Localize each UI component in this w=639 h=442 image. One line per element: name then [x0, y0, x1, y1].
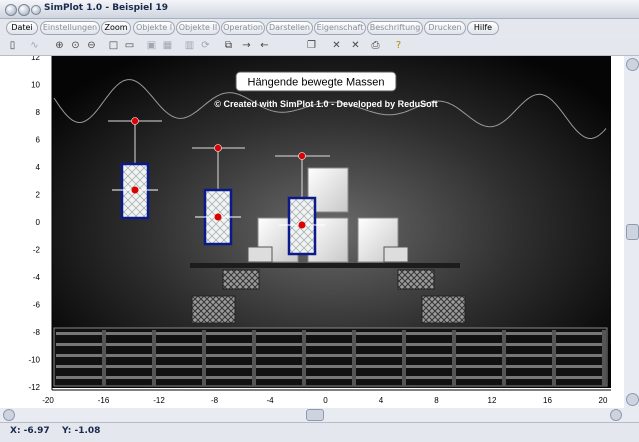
x-tick-label: -12 — [153, 396, 165, 405]
y-tick-label: -4 — [33, 273, 41, 282]
x-tick-label: -20 — [42, 396, 54, 405]
plot-area[interactable]: 12 10 8 6 4 2 0 -2 -4 -6 -8 -10 -12 -20 -16 -12 -8 -4 0 4 8… — [0, 53, 639, 408]
horizontal-scrollbar[interactable] — [0, 408, 639, 421]
help-icon[interactable]: ? — [392, 39, 405, 52]
x-tick-label: -4 — [266, 396, 274, 405]
menu-bar: Datei Einstellungen Zoom Objekte I Objek… — [0, 19, 639, 36]
menu-operation[interactable]: Operation — [221, 21, 265, 35]
copy-icon[interactable]: ⧉ — [222, 39, 235, 52]
scroll-down-icon[interactable] — [626, 393, 639, 406]
small-box-left — [247, 246, 273, 263]
x2-icon[interactable]: ✕ — [349, 39, 362, 52]
app-window: SimPlot 1.0 - Beispiel 19 Datei Einstell… — [0, 0, 639, 442]
scroll-left-icon[interactable] — [3, 409, 15, 421]
shelf — [190, 263, 460, 268]
window-icon — [31, 5, 41, 15]
close-window-button[interactable] — [5, 4, 17, 16]
page-icon[interactable]: ❐ — [305, 39, 318, 52]
y-tick-label: -8 — [33, 328, 41, 337]
grid2-icon[interactable]: ▦ — [161, 39, 174, 52]
x-icon[interactable]: ✕ — [330, 39, 343, 52]
x-tick-label: 0 — [323, 396, 328, 405]
block-right-lower — [421, 295, 466, 324]
y-tick-label: 0 — [36, 218, 41, 227]
toolbar: ▯ ∿ ⊕ ⊙ ⊖ □ ▭ ▣ ▦ ▥ ⟳ ⧉ → ← ❐ ✕ ✕ ⎙ ? — [0, 37, 639, 56]
grid3-icon[interactable]: ▥ — [183, 39, 196, 52]
plot-title: Hängende bewegte Massen — [248, 77, 385, 89]
minimize-window-button[interactable] — [18, 4, 30, 16]
menu-darstellen[interactable]: Darstellen — [266, 21, 313, 35]
zoom-in-icon[interactable]: ⊕ — [53, 39, 66, 52]
horizontal-scroll-thumb[interactable] — [306, 409, 324, 421]
plot-svg[interactable]: 121086420-2-4-6-8-10-12 -20 -16 -12 -8 -4 0 4 8… — [0, 53, 639, 408]
y-tick-label: -2 — [33, 246, 41, 255]
y-tick-label: -10 — [28, 356, 40, 365]
small-box-right — [383, 246, 409, 263]
x-tick-label: 16 — [543, 396, 552, 405]
y-tick-label: -6 — [33, 301, 41, 310]
x-tick-label: 4 — [379, 396, 384, 405]
y-tick-labels: 12 10 8 6 4 2 0 -2 -4 -6 -8 -10 -12 — [28, 53, 41, 392]
y-tick-label: -12 — [28, 383, 40, 392]
menu-einstellungen[interactable]: Einstellungen — [40, 21, 100, 35]
phone-icon[interactable]: ▯ — [6, 39, 19, 52]
status-x: X: -6.97 — [10, 426, 50, 436]
vertical-scroll-thumb[interactable] — [626, 224, 639, 240]
menu-objekte-2[interactable]: Objekte II — [176, 21, 220, 35]
func-icon[interactable]: ∿ — [28, 39, 41, 52]
scroll-up-icon[interactable] — [626, 58, 639, 71]
x-tick-labels: -20 -16 -12 -8 -4 0 4 8 12 16 20 — [42, 396, 608, 405]
menu-objekte-1[interactable]: Objekte I — [133, 21, 175, 35]
square-icon[interactable]: □ — [107, 39, 120, 52]
x-tick-label: -16 — [98, 396, 110, 405]
boxes-icon[interactable]: ▭ — [123, 39, 136, 52]
title-bar[interactable]: SimPlot 1.0 - Beispiel 19 — [0, 0, 639, 19]
status-bar: X: -6.97 Y: -1.08 — [0, 422, 639, 442]
zoom-out-icon[interactable]: ⊖ — [85, 39, 98, 52]
arrow-left-icon[interactable]: ← — [258, 39, 271, 52]
menu-beschriftung[interactable]: Beschriftung — [367, 21, 423, 35]
block-right-upper — [397, 269, 435, 290]
menu-drucken[interactable]: Drucken — [424, 21, 466, 35]
x-tick-label: 8 — [434, 396, 439, 405]
x-tick-label: 20 — [599, 396, 608, 405]
x-tick-label: 12 — [488, 396, 497, 405]
x-tick-label: -8 — [211, 396, 219, 405]
block-left-lower — [191, 295, 236, 324]
plot-credit: © Created with SimPlot 1.0 - Developed b… — [214, 99, 437, 109]
y-tick-label: 10 — [31, 81, 40, 90]
y-tick-label: 6 — [36, 136, 41, 145]
grid-icon[interactable]: ▣ — [145, 39, 158, 52]
y-tick-label: 4 — [36, 163, 41, 172]
block-left-upper — [222, 269, 260, 290]
vertical-scrollbar[interactable] — [624, 56, 639, 408]
menu-eigenschaft[interactable]: Eigenschaft — [314, 21, 366, 35]
print-icon[interactable]: ⎙ — [369, 39, 382, 52]
menu-datei[interactable]: Datei — [6, 21, 38, 35]
y-tick-label: 8 — [36, 108, 41, 117]
y-tick-label: 12 — [31, 56, 40, 62]
menu-hilfe[interactable]: Hilfe — [467, 21, 499, 35]
window-title: SimPlot 1.0 - Beispiel 19 — [44, 3, 168, 13]
menu-zoom[interactable]: Zoom — [101, 21, 131, 35]
refresh-icon[interactable]: ⟳ — [199, 39, 212, 52]
arrow-right-icon[interactable]: → — [240, 39, 253, 52]
zoom-fit-icon[interactable]: ⊙ — [69, 39, 82, 52]
scroll-right-icon[interactable] — [610, 409, 622, 421]
ground-grid — [53, 327, 608, 387]
y-tick-label: 2 — [36, 191, 41, 200]
status-y: Y: -1.08 — [62, 426, 101, 436]
